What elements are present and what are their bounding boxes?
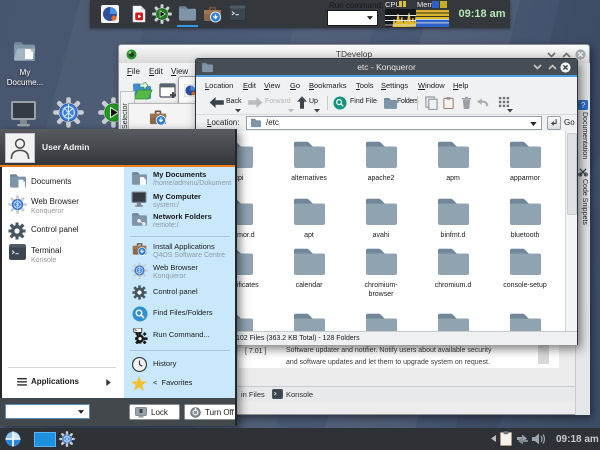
svg-text:?: ? [581,101,586,110]
